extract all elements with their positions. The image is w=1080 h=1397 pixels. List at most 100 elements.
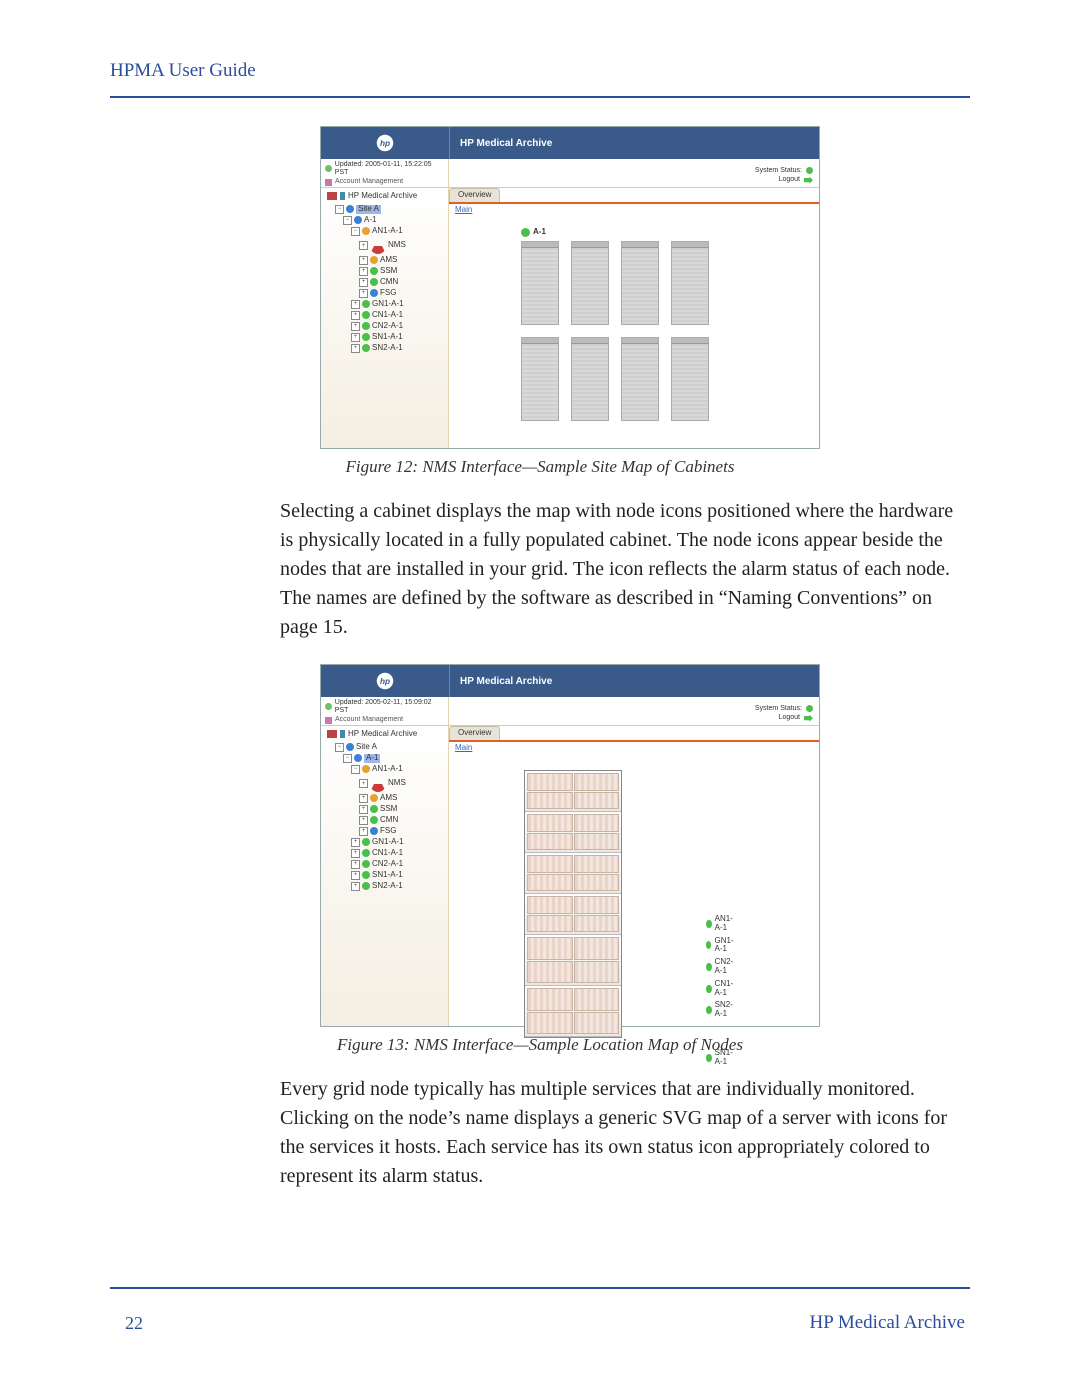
- tree-site[interactable]: −Site A: [335, 204, 444, 215]
- updated-timestamp: Updated: 2005-01-11, 15:22:05 PST: [325, 161, 444, 176]
- node-icon: [362, 322, 370, 330]
- status-dot-icon: [806, 167, 813, 174]
- tree-node-sn1[interactable]: +SN1-A-1: [351, 332, 444, 343]
- tree-root[interactable]: HP Medical Archive: [327, 730, 444, 739]
- tree-an[interactable]: −AN1-A-1: [351, 764, 444, 775]
- tree-svc-cmn[interactable]: +CMN: [359, 815, 444, 826]
- expand-icon[interactable]: +: [351, 311, 360, 320]
- tree-svc-nms[interactable]: +NMS: [359, 237, 444, 255]
- tree-cabinet[interactable]: −A-1: [343, 753, 444, 764]
- page-number: 22: [125, 1313, 143, 1334]
- cabinet-slot[interactable]: [571, 241, 609, 325]
- tree-node-sn1[interactable]: +SN1-A-1: [351, 870, 444, 881]
- expand-icon[interactable]: +: [351, 871, 360, 880]
- account-mgmt-label: Account Management: [335, 178, 403, 186]
- main-link[interactable]: Main: [455, 205, 472, 214]
- expand-icon[interactable]: +: [351, 860, 360, 869]
- expand-icon[interactable]: +: [359, 241, 368, 250]
- tree-node-gn1[interactable]: +GN1-A-1: [351, 837, 444, 848]
- tree-svc-fsg[interactable]: +FSG: [359, 826, 444, 837]
- expand-icon[interactable]: +: [351, 838, 360, 847]
- logout-label: Logout: [779, 714, 800, 722]
- updated-timestamp: Updated: 2005-02-11, 15:09:02 PST: [325, 699, 444, 714]
- expand-icon[interactable]: +: [351, 333, 360, 342]
- node-label[interactable]: GN1-A-1: [706, 937, 736, 955]
- cabinet-slot[interactable]: [671, 241, 709, 325]
- tree-node-sn2[interactable]: +SN2-A-1: [351, 881, 444, 892]
- tree-node-gn1[interactable]: +GN1-A-1: [351, 299, 444, 310]
- expand-icon[interactable]: +: [359, 816, 368, 825]
- cabinet-rack-area: AN1-A-1 GN1-A-1 CN2-A-1 CN1-A-1 SN2-A-1 …: [524, 770, 622, 1038]
- service-icon: [370, 267, 378, 275]
- expand-icon[interactable]: +: [359, 805, 368, 814]
- node-icon: [362, 849, 370, 857]
- cabinet-slot[interactable]: [671, 337, 709, 421]
- tree-root[interactable]: HP Medical Archive: [327, 192, 444, 201]
- nav-tree[interactable]: HP Medical Archive −Site A −A-1 −AN1-A-1…: [321, 726, 449, 1026]
- expand-icon[interactable]: +: [359, 794, 368, 803]
- collapse-icon[interactable]: −: [335, 205, 344, 214]
- tree-svc-ams[interactable]: +AMS: [359, 793, 444, 804]
- node-label[interactable]: SN1-A-1: [706, 1049, 736, 1067]
- tree-node-sn2[interactable]: +SN2-A-1: [351, 343, 444, 354]
- tree-node-cn2[interactable]: +CN2-A-1: [351, 859, 444, 870]
- collapse-icon[interactable]: −: [343, 216, 352, 225]
- logout-link[interactable]: Logout: [779, 714, 813, 722]
- overview-tab[interactable]: Overview: [449, 188, 500, 202]
- tree-node-cn2[interactable]: +CN2-A-1: [351, 321, 444, 332]
- cabinet-slot[interactable]: [521, 241, 559, 325]
- expand-icon[interactable]: +: [359, 267, 368, 276]
- tree-svc-fsg[interactable]: +FSG: [359, 288, 444, 299]
- cabinet-slot[interactable]: [621, 337, 659, 421]
- tree-cabinet[interactable]: −A-1: [343, 215, 444, 226]
- cabinet-map-label[interactable]: A-1: [521, 228, 809, 237]
- logout-link[interactable]: Logout: [779, 176, 813, 184]
- tree-node-cn1[interactable]: +CN1-A-1: [351, 848, 444, 859]
- collapse-icon[interactable]: −: [335, 743, 344, 752]
- paragraph-1: Selecting a cabinet displays the map wit…: [280, 497, 970, 642]
- node-label[interactable]: SN2-A-1: [706, 1001, 736, 1019]
- collapse-icon[interactable]: −: [351, 227, 360, 236]
- expand-icon[interactable]: +: [359, 779, 368, 788]
- cabinet-slot[interactable]: [571, 337, 609, 421]
- service-icon: [370, 816, 378, 824]
- expand-icon[interactable]: +: [351, 322, 360, 331]
- expand-icon[interactable]: +: [351, 849, 360, 858]
- status-dot-icon: [706, 963, 712, 971]
- tree-an[interactable]: −AN1-A-1: [351, 226, 444, 237]
- tree-svc-ssm[interactable]: +SSM: [359, 804, 444, 815]
- tree-svc-ssm[interactable]: +SSM: [359, 266, 444, 277]
- tree-svc-cmn[interactable]: +CMN: [359, 277, 444, 288]
- expand-icon[interactable]: +: [359, 827, 368, 836]
- collapse-icon[interactable]: −: [343, 754, 352, 763]
- main-link[interactable]: Main: [455, 743, 472, 752]
- nav-tree[interactable]: HP Medical Archive −Site A −A-1 −AN1-A-1…: [321, 188, 449, 448]
- refresh-icon: [325, 703, 332, 710]
- cabinet-slot[interactable]: [621, 241, 659, 325]
- tree-svc-ams[interactable]: +AMS: [359, 255, 444, 266]
- expand-icon[interactable]: +: [359, 289, 368, 298]
- expand-icon[interactable]: +: [359, 278, 368, 287]
- node-label[interactable]: CN2-A-1: [706, 958, 736, 976]
- tree-svc-nms[interactable]: +NMS: [359, 775, 444, 793]
- overview-tab[interactable]: Overview: [449, 726, 500, 740]
- tree-node-cn1[interactable]: +CN1-A-1: [351, 310, 444, 321]
- expand-icon[interactable]: +: [351, 344, 360, 353]
- tree-site[interactable]: −Site A: [335, 742, 444, 753]
- system-status-label: System Status:: [755, 167, 802, 175]
- node-label[interactable]: CN1-A-1: [706, 980, 736, 998]
- status-dot-icon: [806, 705, 813, 712]
- account-management-link[interactable]: Account Management: [325, 716, 444, 724]
- expand-icon[interactable]: +: [359, 256, 368, 265]
- expand-icon[interactable]: +: [351, 882, 360, 891]
- collapse-icon[interactable]: −: [351, 765, 360, 774]
- cabinet-icon: [354, 754, 362, 762]
- cabinet-slot[interactable]: [521, 337, 559, 421]
- expand-icon[interactable]: +: [351, 300, 360, 309]
- node-icon: [362, 860, 370, 868]
- system-status: System Status:: [755, 705, 813, 713]
- account-management-link[interactable]: Account Management: [325, 178, 444, 186]
- node-label[interactable]: AN1-A-1: [706, 915, 736, 933]
- node-icon: [362, 227, 370, 235]
- rack-block: [525, 935, 621, 986]
